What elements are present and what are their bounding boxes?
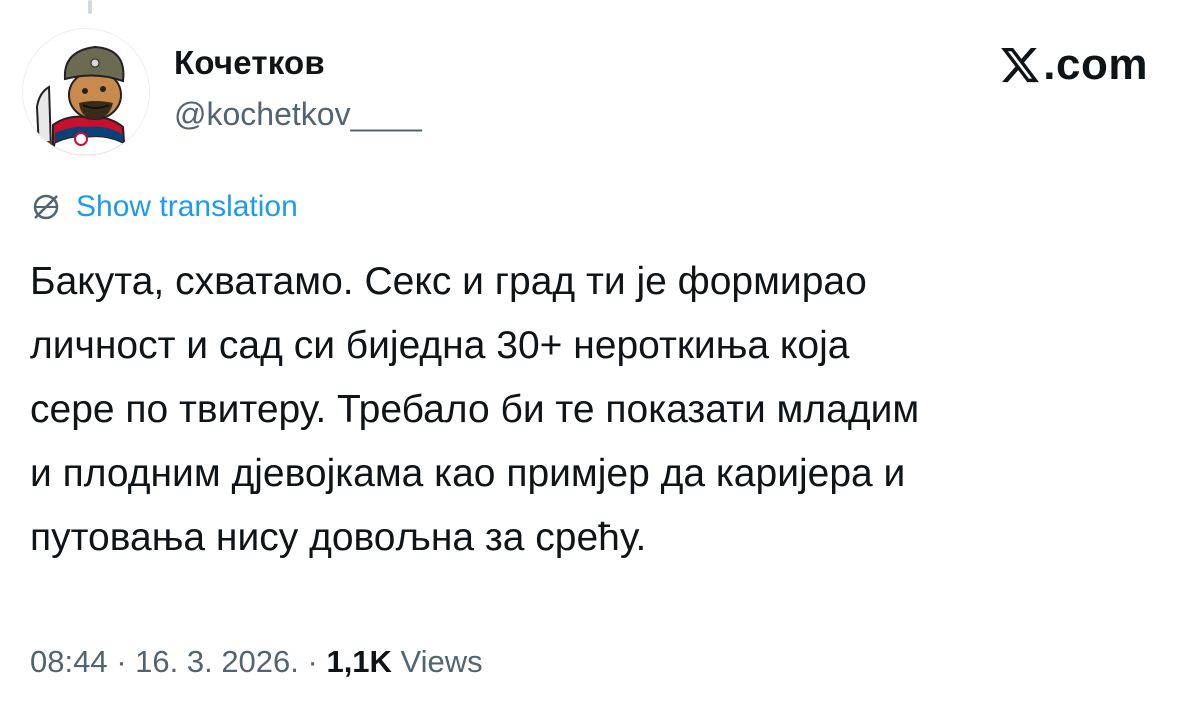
thread-connector-line — [88, 0, 92, 14]
tweet-text-line: и плодним дјевојкама као примјер да кари… — [30, 452, 906, 495]
show-translation-label[interactable]: Show translation — [76, 190, 298, 224]
globe-icon — [33, 194, 59, 220]
meta-separator: · — [298, 644, 327, 679]
author-handle[interactable]: @kochetkov____ — [174, 96, 422, 133]
cartoon-soldier-avatar-icon — [35, 45, 126, 155]
author-display-name[interactable]: Кочетков — [174, 44, 325, 82]
show-translation-button[interactable]: Show translation — [30, 190, 298, 224]
meta-separator: · — [107, 644, 136, 679]
tweet-text-line: личност и сад си биједна 30+ нероткиња к… — [30, 324, 850, 367]
tweet-date[interactable]: 16. 3. 2026. — [135, 644, 299, 679]
tweet-text-line: путовања нису довољна за срећу. — [30, 516, 647, 559]
tweet-time[interactable]: 08:44 — [30, 644, 108, 679]
tweet-text-line: Бакута, схватамо. Секс и град ти је форм… — [30, 260, 867, 303]
x-logo-icon — [1001, 47, 1040, 83]
tweet-text: Бакута, схватамо. Секс и град ти је форм… — [30, 250, 1160, 570]
avatar[interactable] — [22, 28, 150, 156]
x-domain-label: .com — [1043, 40, 1148, 89]
tweet-text-line: сере по твитеру. Требало би те показати … — [30, 388, 920, 431]
views-label: Views — [391, 644, 483, 679]
tweet-meta: 08:44 · 16. 3. 2026. · 1,1K Views — [30, 644, 483, 680]
views-count: 1,1K — [326, 644, 392, 679]
x-brand-mark: .com — [999, 40, 1148, 90]
